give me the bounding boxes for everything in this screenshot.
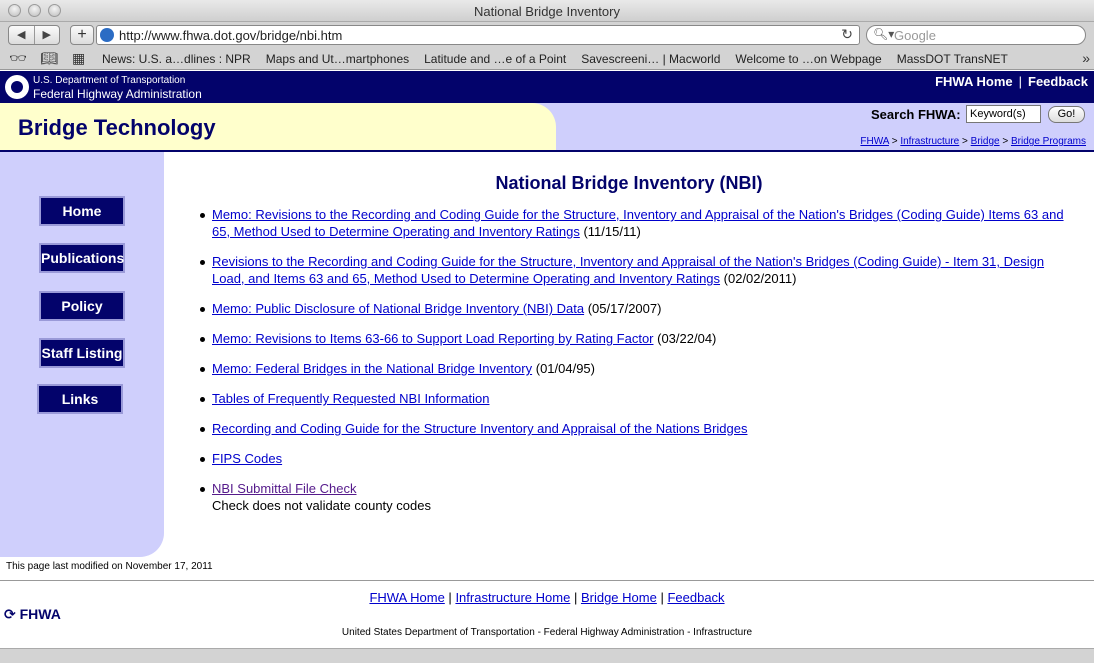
document-date: (11/15/11)	[583, 224, 641, 239]
reading-glasses-icon[interactable]: 👓︎	[9, 50, 27, 67]
list-item: Tables of Frequently Requested NBI Infor…	[200, 390, 1072, 407]
breadcrumb-fhwa[interactable]: FHWA	[860, 136, 889, 147]
document-link[interactable]: FIPS Codes	[212, 451, 282, 466]
browser-status-bar	[0, 648, 1094, 663]
breadcrumb-bridge[interactable]: Bridge	[971, 136, 1000, 147]
document-link[interactable]: Recording and Coding Guide for the Struc…	[212, 421, 747, 436]
address-bar[interactable]: http://www.fhwa.dot.gov/bridge/nbi.htm ↻	[96, 25, 860, 45]
book-icon[interactable]: 📖︎	[40, 50, 58, 67]
document-date: (05/17/2007)	[587, 301, 662, 316]
list-item: Memo: Revisions to Items 63-66 to Suppor…	[200, 330, 1072, 347]
go-button[interactable]: Go!	[1048, 106, 1085, 123]
list-item: Revisions to the Recording and Coding Gu…	[200, 253, 1072, 287]
document-list: Memo: Revisions to the Recording and Cod…	[200, 206, 1072, 527]
reload-icon[interactable]: ↻	[841, 26, 853, 43]
sidebar-item-policy[interactable]: Policy	[39, 291, 125, 321]
fhwa-logo-text: FHWA	[19, 606, 61, 622]
footer-bridge-home-link[interactable]: Bridge Home	[581, 590, 657, 605]
site-banner: Bridge Technology Search FHWA: Go! FHWA …	[0, 103, 1094, 150]
fhwa-home-link[interactable]: FHWA Home	[935, 74, 1013, 89]
globe-icon	[100, 28, 114, 42]
footer-separator: |	[573, 590, 578, 605]
search-icon: 🔍︎▾	[873, 27, 895, 41]
browser-search-placeholder: Google	[894, 28, 936, 43]
last-modified: This page last modified on November 17, …	[6, 561, 213, 572]
nav-buttons: ◀ ▶	[8, 25, 60, 45]
fhwa-agency-name: Federal Highway Administration	[33, 87, 202, 101]
banner-title-area: Bridge Technology	[0, 103, 556, 150]
grid-icon[interactable]: ▦	[72, 50, 85, 67]
sidebar: Home Publications Policy Staff Listing L…	[0, 152, 164, 557]
browser-toolbar: ◀ ▶ + http://www.fhwa.dot.gov/bridge/nbi…	[0, 22, 1094, 48]
breadcrumb-bridge-programs[interactable]: Bridge Programs	[1011, 136, 1086, 147]
document-date: (03/22/04)	[657, 331, 717, 346]
document-link[interactable]: Memo: Public Disclosure of National Brid…	[212, 301, 584, 316]
list-item: FIPS Codes	[200, 450, 1072, 467]
browser-search-input[interactable]: 🔍︎▾ Google	[866, 25, 1086, 45]
bookmark-item[interactable]: MassDOT TransNET	[897, 52, 1008, 66]
list-item: Recording and Coding Guide for the Struc…	[200, 420, 1072, 437]
feedback-link[interactable]: Feedback	[1028, 74, 1088, 89]
list-item: NBI Submittal File Check Check does not v…	[200, 480, 1072, 514]
document-note: Check does not validate county codes	[212, 498, 431, 513]
document-link[interactable]: Memo: Federal Bridges in the National Br…	[212, 361, 532, 376]
sidebar-item-links[interactable]: Links	[37, 384, 123, 414]
fhwa-footer-logo[interactable]: ⟳ FHWA	[4, 606, 61, 623]
dot-logo-icon	[5, 75, 29, 99]
bookmark-item[interactable]: Maps and Ut…martphones	[266, 52, 409, 66]
breadcrumb-separator: >	[891, 136, 898, 147]
breadcrumb-separator: >	[962, 136, 968, 147]
footer-infrastructure-home-link[interactable]: Infrastructure Home	[455, 590, 570, 605]
bookmark-item[interactable]: Latitude and …e of a Point	[424, 52, 566, 66]
bookmark-item[interactable]: Savescreeni… | Macworld	[581, 52, 720, 66]
list-item: Memo: Federal Bridges in the National Br…	[200, 360, 1072, 377]
document-link[interactable]: NBI Submittal File Check	[212, 481, 357, 496]
back-arrow-icon[interactable]: ◀	[9, 26, 35, 44]
search-label: Search FHWA:	[871, 107, 961, 122]
footer-separator: |	[448, 590, 452, 605]
plus-icon[interactable]: +	[70, 25, 94, 45]
document-link[interactable]: Revisions to the Recording and Coding Gu…	[212, 254, 1044, 286]
footer-fhwa-home-link[interactable]: FHWA Home	[369, 590, 444, 605]
breadcrumb-separator: >	[1002, 136, 1009, 147]
footer-links: FHWA Home | Infrastructure Home | Bridge…	[0, 590, 1094, 605]
main-content: National Bridge Inventory (NBI) Memo: Re…	[164, 152, 1094, 557]
url-text[interactable]: http://www.fhwa.dot.gov/bridge/nbi.htm	[119, 28, 342, 43]
chevron-more-icon[interactable]: »	[1082, 50, 1090, 66]
page-title: National Bridge Inventory (NBI)	[495, 173, 763, 193]
list-item: Memo: Public Disclosure of National Brid…	[200, 300, 1072, 317]
document-link[interactable]: Memo: Revisions to Items 63-66 to Suppor…	[212, 331, 654, 346]
sidebar-item-staff-listing[interactable]: Staff Listing	[39, 338, 125, 368]
site-title: Bridge Technology	[18, 115, 216, 140]
list-item: Memo: Revisions to the Recording and Cod…	[200, 206, 1072, 240]
window-title: National Bridge Inventory	[474, 4, 620, 19]
bookmark-item[interactable]: Welcome to …on Webpage	[735, 52, 881, 66]
footer-separator: |	[660, 590, 664, 605]
sidebar-item-publications[interactable]: Publications	[39, 243, 125, 273]
footer-credit: United States Department of Transportati…	[341, 627, 753, 638]
dot-agency-name: U.S. Department of Transportation	[33, 75, 186, 86]
window-titlebar: National Bridge Inventory	[0, 0, 1094, 22]
sidebar-item-home[interactable]: Home	[39, 196, 125, 226]
document-link[interactable]: Tables of Frequently Requested NBI Infor…	[212, 391, 489, 406]
breadcrumb: FHWA > Infrastructure > Bridge > Bridge …	[860, 136, 1086, 147]
footer-rule	[0, 580, 1094, 581]
bookmark-list: News: U.S. a…dlines : NPR Maps and Ut…ma…	[102, 52, 1023, 66]
header-link-separator: |	[1018, 74, 1023, 89]
document-date: (02/02/2011)	[723, 271, 797, 286]
dot-header: U.S. Department of Transportation Federa…	[0, 71, 1094, 103]
bookmarks-bar: 👓︎ 📖︎ ▦ News: U.S. a…dlines : NPR Maps a…	[0, 48, 1094, 70]
document-date: (01/04/95)	[535, 361, 595, 376]
header-links: FHWA Home | Feedback	[935, 74, 1088, 89]
keyword-search-input[interactable]	[966, 105, 1041, 123]
forward-arrow-icon[interactable]: ▶	[35, 26, 60, 44]
breadcrumb-infrastructure[interactable]: Infrastructure	[900, 136, 959, 147]
footer-feedback-link[interactable]: Feedback	[667, 590, 724, 605]
bookmark-item[interactable]: News: U.S. a…dlines : NPR	[102, 52, 251, 66]
